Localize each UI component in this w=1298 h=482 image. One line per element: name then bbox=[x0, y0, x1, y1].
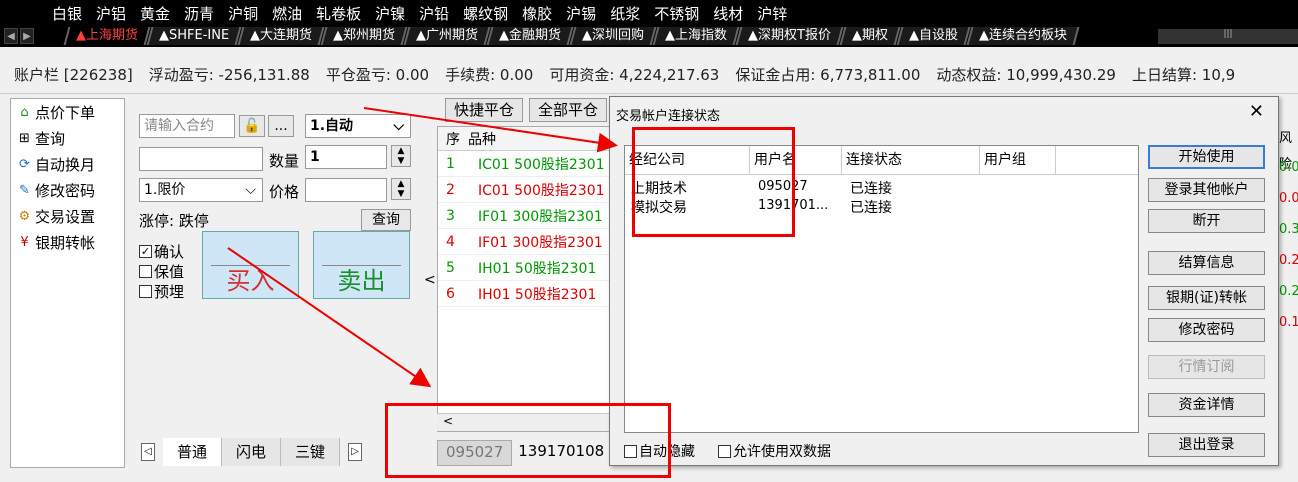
arrow-to-dialog bbox=[363, 107, 618, 153]
trading-window: 白银 沪铝 黄金 沥青 沪铜 燃油 轧卷板 沪镍 沪铅 螺纹钢 橡胶 沪锡 纸浆… bbox=[0, 0, 1298, 482]
annotation-arrows bbox=[227, 107, 618, 388]
arrow-to-accounts bbox=[227, 247, 432, 388]
